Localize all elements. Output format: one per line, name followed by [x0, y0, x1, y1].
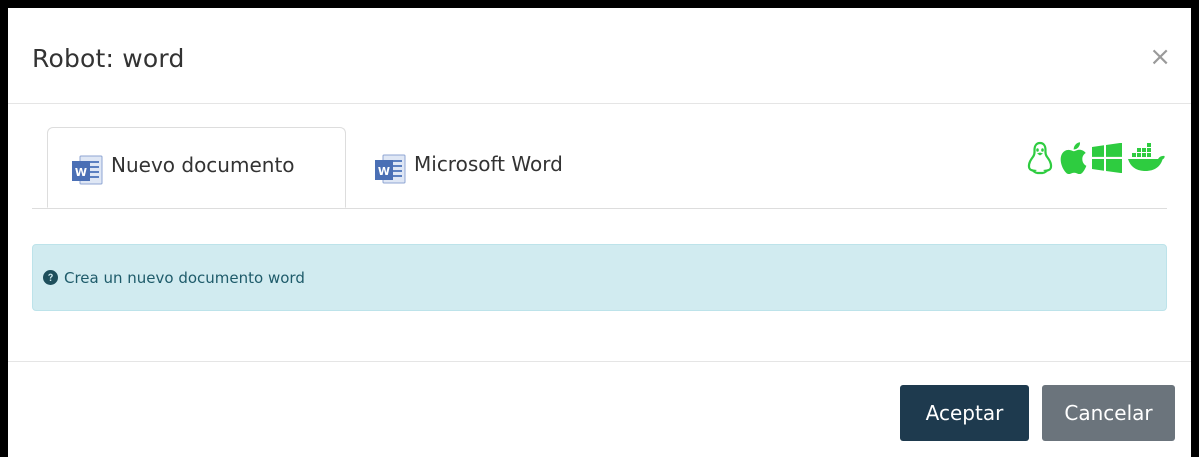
svg-text:W: W [378, 165, 390, 178]
word-icon: W [72, 155, 103, 184]
close-button[interactable]: × [1149, 44, 1171, 70]
linux-icon [1025, 141, 1055, 179]
modal-dialog: Robot: word × W Nuevo documento W Micros… [0, 0, 1199, 457]
windows-icon [1091, 142, 1123, 177]
info-alert: Crea un nuevo documento word [32, 244, 1167, 311]
apple-icon [1059, 142, 1087, 178]
question-circle-icon [43, 270, 58, 285]
docker-icon [1127, 142, 1167, 178]
alert-text: Crea un nuevo documento word [64, 268, 305, 287]
modal-title: Robot: word [32, 44, 185, 73]
tab-label: Microsoft Word [414, 152, 563, 176]
svg-text:W: W [75, 166, 87, 179]
accept-button[interactable]: Aceptar [900, 385, 1029, 441]
tab-bar: W Nuevo documento W Microsoft Word [32, 127, 1167, 209]
footer-divider [8, 361, 1191, 362]
platform-icons [1025, 141, 1167, 179]
tab-microsoft-word[interactable]: W Microsoft Word [372, 127, 563, 207]
word-icon: W [375, 154, 406, 184]
tab-label: Nuevo documento [111, 152, 295, 177]
modal-header: Robot: word × [8, 8, 1191, 104]
tab-nuevo-documento[interactable]: W Nuevo documento [47, 127, 346, 208]
cancel-button[interactable]: Cancelar [1042, 385, 1175, 441]
